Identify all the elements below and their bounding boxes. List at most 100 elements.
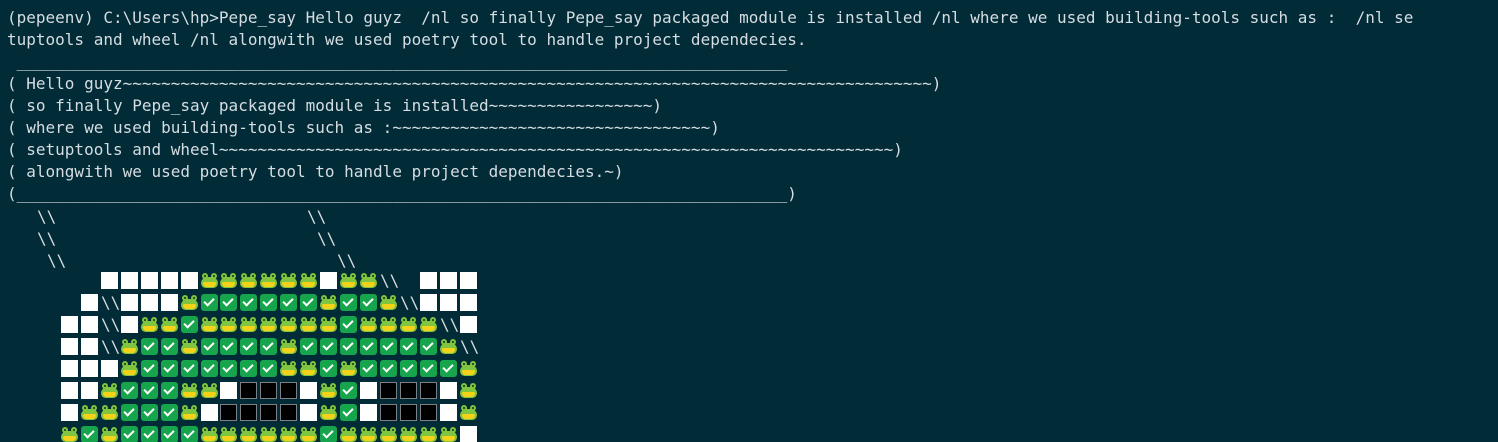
white-square-icon <box>61 360 78 377</box>
white-square-icon <box>61 404 78 421</box>
speech-bubble-bottom: (_______________________________________… <box>7 184 797 203</box>
white-square-icon <box>161 272 178 289</box>
check-mark-icon <box>300 294 317 311</box>
frog-face-icon <box>240 272 257 289</box>
white-square-icon <box>460 294 477 311</box>
pointer-slashes: \\ <box>460 337 480 356</box>
check-mark-icon <box>121 426 138 442</box>
check-mark-icon <box>360 338 377 355</box>
white-square-icon <box>420 272 437 289</box>
white-square-icon <box>61 338 78 355</box>
white-square-icon <box>320 272 337 289</box>
frog-face-icon <box>380 426 397 442</box>
white-square-icon <box>440 272 457 289</box>
check-mark-icon <box>400 360 417 377</box>
pointer-slashes: \\ <box>380 271 400 290</box>
black-square-icon <box>420 382 437 399</box>
white-square-icon <box>300 404 317 421</box>
check-mark-icon <box>280 294 297 311</box>
black-square-icon <box>400 404 417 421</box>
white-square-icon <box>61 316 78 333</box>
frog-face-icon <box>460 404 477 421</box>
frog-face-icon <box>280 338 297 355</box>
frog-face-icon <box>280 272 297 289</box>
black-square-icon <box>280 404 297 421</box>
pointer-slashes: \\ <box>37 207 57 226</box>
check-mark-icon <box>240 338 257 355</box>
frog-face-icon <box>380 316 397 333</box>
check-mark-icon <box>141 382 158 399</box>
white-square-icon <box>201 404 218 421</box>
check-mark-icon <box>181 426 198 442</box>
white-square-icon <box>460 426 477 442</box>
check-mark-icon <box>320 426 337 442</box>
check-mark-icon <box>340 338 357 355</box>
check-mark-icon <box>260 338 277 355</box>
black-square-icon <box>260 404 277 421</box>
frog-face-icon <box>181 294 198 311</box>
frog-face-icon <box>300 316 317 333</box>
frog-face-icon <box>360 272 377 289</box>
frog-face-icon <box>400 426 417 442</box>
pointer-slashes: \\ <box>101 293 121 312</box>
frog-face-icon <box>161 316 178 333</box>
check-mark-icon <box>380 360 397 377</box>
check-mark-icon <box>220 338 237 355</box>
white-square-icon <box>101 272 118 289</box>
frog-face-icon <box>220 316 237 333</box>
check-mark-icon <box>161 382 178 399</box>
frog-face-icon <box>121 338 138 355</box>
frog-face-icon <box>440 426 457 442</box>
frog-face-icon <box>121 360 138 377</box>
white-square-icon <box>81 360 98 377</box>
check-mark-icon <box>81 426 98 442</box>
check-mark-icon <box>161 404 178 421</box>
speech-bubble-line: ( so finally Pepe_say packaged module is… <box>7 96 663 115</box>
check-mark-icon <box>440 360 457 377</box>
check-mark-icon <box>420 338 437 355</box>
frog-face-icon <box>420 426 437 442</box>
frog-face-icon <box>141 316 158 333</box>
speech-bubble-top: ________________________________________… <box>7 52 788 71</box>
frog-face-icon <box>320 382 337 399</box>
frog-face-icon <box>340 360 357 377</box>
terminal-window[interactable]: (pepeenv) C:\Users\hp>Pepe_say Hello guy… <box>0 0 1498 442</box>
white-square-icon <box>360 404 377 421</box>
black-square-icon <box>220 404 237 421</box>
frog-face-icon <box>380 294 397 311</box>
white-square-icon <box>101 360 118 377</box>
check-mark-icon <box>340 316 357 333</box>
white-square-icon <box>161 294 178 311</box>
speech-bubble-line: ( setuptools and wheel~~~~~~~~~~~~~~~~~~… <box>7 140 903 159</box>
check-mark-icon <box>340 382 357 399</box>
check-mark-icon <box>360 294 377 311</box>
white-square-icon <box>121 316 138 333</box>
frog-face-icon <box>400 316 417 333</box>
frog-face-icon <box>220 272 237 289</box>
check-mark-icon <box>400 338 417 355</box>
white-square-icon <box>460 316 477 333</box>
command-line-wrap: tuptools and wheel /nl alongwith we used… <box>7 30 807 49</box>
black-square-icon <box>240 382 257 399</box>
pointer-slashes: \\ <box>317 229 337 248</box>
white-square-icon <box>81 338 98 355</box>
frog-face-icon <box>201 316 218 333</box>
check-mark-icon <box>340 404 357 421</box>
frog-face-icon <box>101 426 118 442</box>
pointer-slashes: \\ <box>337 251 357 270</box>
pointer-slashes: \\ <box>47 251 67 270</box>
check-mark-icon <box>161 338 178 355</box>
white-square-icon <box>181 272 198 289</box>
black-square-icon <box>420 404 437 421</box>
check-mark-icon <box>340 294 357 311</box>
speech-bubble-line: ( where we used building-tools such as :… <box>7 118 720 137</box>
white-square-icon <box>81 316 98 333</box>
white-square-icon <box>220 382 237 399</box>
white-square-icon <box>61 382 78 399</box>
frog-face-icon <box>201 382 218 399</box>
check-mark-icon <box>141 338 158 355</box>
black-square-icon <box>380 382 397 399</box>
frog-face-icon <box>240 316 257 333</box>
frog-face-icon <box>300 360 317 377</box>
frog-face-icon <box>280 360 297 377</box>
